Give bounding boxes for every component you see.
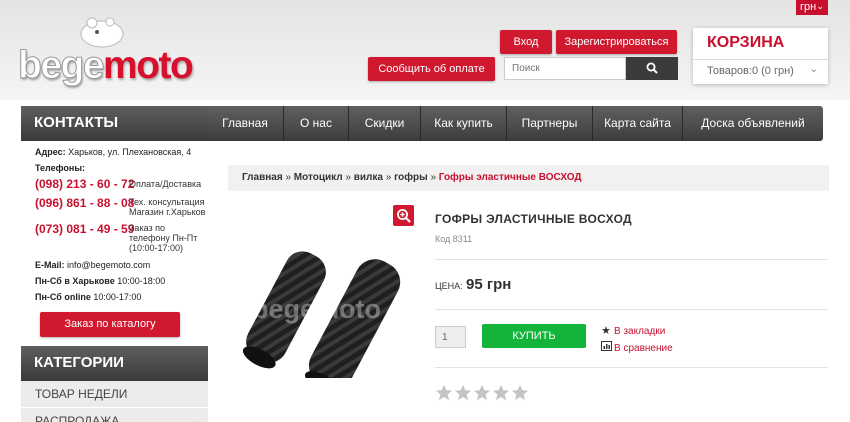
divider: [435, 259, 828, 260]
phone-note: (10:00-17:00): [129, 243, 184, 253]
breadcrumb-link[interactable]: гофры: [394, 172, 428, 183]
chevron-down-icon: ⌄: [809, 64, 818, 75]
phone-note: Магазин г.Харьков: [129, 207, 206, 217]
categories-heading: КАТЕГОРИИ: [21, 346, 208, 381]
nav-item-how-to-buy[interactable]: Как купить: [421, 106, 507, 141]
cart-title: КОРЗИНА: [707, 34, 785, 51]
cart-count: Товаров:0 (0 грн): [707, 65, 794, 77]
main-nav: Главная О нас Скидки Как купить Партнеры…: [207, 106, 823, 141]
search-icon: [646, 62, 658, 74]
bar-chart-icon: [601, 341, 614, 354]
hours-line: Пн-Сб в Харькове 10:00-18:00: [35, 276, 166, 286]
nav-item-discounts[interactable]: Скидки: [349, 106, 421, 141]
product-image[interactable]: begemoto: [230, 228, 410, 378]
currency-label: грн: [800, 1, 817, 13]
site-logo[interactable]: begemoto: [17, 12, 213, 86]
phone-number[interactable]: (096) 861 - 88 - 08: [35, 196, 134, 210]
buy-button[interactable]: КУПИТЬ: [482, 324, 586, 348]
star-icon: ★: [601, 325, 611, 337]
address-line: Адрес: Харьков, ул. Плехановская, 4: [35, 147, 192, 157]
cart-widget[interactable]: КОРЗИНА Товаров:0 (0 грн) ⌄: [693, 28, 828, 84]
cart-divider: [693, 59, 828, 60]
phone-note: Заказ по: [129, 223, 165, 233]
rating-star-icon[interactable]: [511, 384, 529, 402]
phone-number[interactable]: (098) 213 - 60 - 72: [35, 177, 134, 191]
product-code: Код 8311: [435, 234, 473, 244]
phone-note: Оплата/Доставка: [129, 179, 202, 189]
rating-star-icon[interactable]: [454, 384, 472, 402]
zoom-button[interactable]: [393, 205, 414, 226]
rating-star-icon[interactable]: [435, 384, 453, 402]
category-label: РАСПРОДАЖА: [35, 414, 120, 422]
logo-text: begemoto: [17, 44, 193, 87]
phones-label: Телефоны:: [35, 163, 86, 173]
compare-link[interactable]: В сравнение: [601, 341, 673, 354]
phone-number[interactable]: (073) 081 - 49 - 59: [35, 222, 134, 236]
nav-item-sitemap[interactable]: Карта сайта: [593, 106, 683, 141]
register-button[interactable]: Зарегистрироваться: [556, 30, 677, 54]
product-title: ГОФРЫ ЭЛАСТИЧНЫЕ ВОСХОД: [435, 212, 632, 226]
nav-item-home[interactable]: Главная: [207, 106, 284, 141]
nav-item-classifieds[interactable]: Доска объявлений: [683, 106, 823, 141]
search-input[interactable]: [504, 57, 626, 80]
zoom-icon: [397, 209, 411, 223]
breadcrumb-link[interactable]: вилка: [354, 172, 383, 183]
contacts-heading: КОНТАКТЫ: [21, 106, 208, 141]
email-link[interactable]: info@begemoto.com: [67, 260, 150, 270]
chevron-down-icon: ⌄: [191, 416, 200, 422]
divider: [435, 367, 828, 368]
divider: [435, 309, 828, 310]
category-item[interactable]: ТОВАР НЕДЕЛИ: [21, 381, 208, 408]
breadcrumb-current: Гофры эластичные ВОСХОД: [438, 172, 582, 183]
report-payment-button[interactable]: Сообщить об оплате: [368, 57, 495, 81]
quantity-input[interactable]: [435, 326, 466, 348]
hours-line: Пн-Сб online 10:00-17:00: [35, 292, 142, 302]
price-label: ЦЕНА:: [435, 281, 463, 291]
search-button[interactable]: [626, 57, 678, 80]
category-label: ТОВАР НЕДЕЛИ: [35, 387, 128, 401]
breadcrumb: Главная » Мотоцикл » вилка » гофры » Гоф…: [228, 165, 829, 191]
phone-note: телефону Пн-Пт: [129, 233, 198, 243]
catalog-order-button[interactable]: Заказ по каталогу: [40, 312, 180, 337]
chevron-down-icon: ⌄: [816, 1, 824, 11]
login-button[interactable]: Вход: [500, 30, 552, 54]
email-line: E-Mail: info@begemoto.com: [35, 260, 151, 270]
bookmark-link[interactable]: ★ В закладки: [601, 324, 665, 337]
image-watermark: begemoto: [252, 294, 381, 324]
currency-selector[interactable]: грн ⌄: [796, 0, 828, 15]
phone-note: Тех. консультация: [129, 197, 205, 207]
price-value: 95 грн: [466, 276, 512, 293]
nav-item-partners[interactable]: Партнеры: [507, 106, 593, 141]
rating-stars[interactable]: [435, 384, 529, 402]
rating-star-icon[interactable]: [473, 384, 491, 402]
breadcrumb-link[interactable]: Мотоцикл: [294, 172, 343, 183]
category-item[interactable]: РАСПРОДАЖА ⌄: [21, 408, 208, 422]
rating-star-icon[interactable]: [492, 384, 510, 402]
breadcrumb-link[interactable]: Главная: [242, 172, 283, 183]
nav-item-about[interactable]: О нас: [284, 106, 349, 141]
